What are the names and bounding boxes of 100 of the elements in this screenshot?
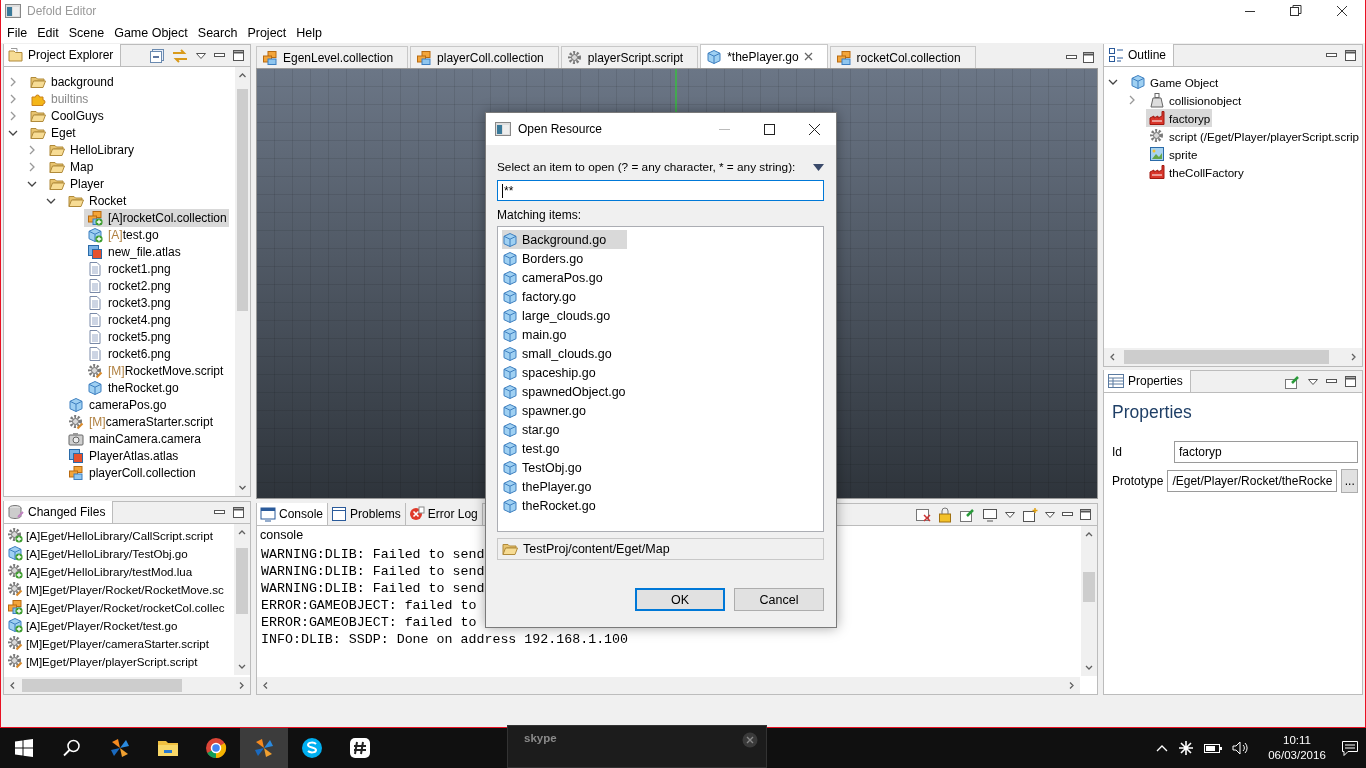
list-item[interactable]: spawner.go: [502, 401, 592, 420]
panel-tab[interactable]: Properties: [1104, 370, 1191, 392]
chevron-right-icon[interactable]: [8, 93, 18, 104]
maximize-icon[interactable]: [1345, 376, 1356, 387]
pin-icon[interactable]: [959, 506, 975, 523]
chevron-up-icon[interactable]: [1156, 744, 1168, 752]
message-icon[interactable]: [1342, 740, 1358, 756]
menu-item[interactable]: Help: [291, 25, 328, 40]
list-item[interactable]: Borders.go: [502, 249, 590, 268]
pin-icon[interactable]: [1284, 373, 1300, 390]
tree-item[interactable]: rocket4.png: [84, 310, 173, 329]
minimize-icon[interactable]: [1062, 512, 1073, 517]
menu-item[interactable]: File: [2, 25, 33, 40]
changed-file[interactable]: [A]Eget/Player/Rocket/test.go: [4, 616, 234, 634]
list-item[interactable]: cameraPos.go: [502, 268, 609, 287]
tree-item[interactable]: theCollFactory: [1146, 163, 1246, 181]
dropdown-icon[interactable]: [813, 163, 824, 171]
filter-field[interactable]: **: [497, 180, 824, 201]
minimize-icon[interactable]: [214, 53, 225, 58]
vertical-scrollbar[interactable]: [1081, 526, 1097, 676]
speaker-icon[interactable]: [1232, 741, 1248, 755]
view-menu-icon[interactable]: [1045, 511, 1055, 518]
tree-item[interactable]: rocket6.png: [84, 344, 173, 363]
tree-item[interactable]: [M]cameraStarter.script: [65, 412, 216, 431]
tree-item[interactable]: [A]test.go: [84, 225, 161, 244]
text-field[interactable]: factoryp: [1174, 441, 1358, 463]
battery-icon[interactable]: [1204, 742, 1222, 754]
changed-file[interactable]: [A]Eget/HelloLibrary/CallScript.script: [4, 526, 234, 544]
editor-tab[interactable]: rocketCol.collection: [829, 46, 976, 68]
maximize-icon[interactable]: [233, 50, 244, 61]
panel-tab[interactable]: Console: [257, 503, 329, 525]
lock-icon[interactable]: [938, 506, 952, 523]
changed-file[interactable]: [M]Eget/Player/cameraStarter.script: [4, 634, 234, 652]
menu-item[interactable]: Project: [242, 25, 292, 40]
tree-item[interactable]: Game Object: [1127, 73, 1221, 91]
panel-tab[interactable]: Outline: [1104, 44, 1175, 66]
chevron-right-icon[interactable]: [8, 110, 18, 121]
tree-item[interactable]: rocket2.png: [84, 276, 173, 295]
chevron-right-icon[interactable]: [27, 161, 37, 172]
list-item[interactable]: test.go: [502, 439, 566, 458]
chevron-down-icon[interactable]: [1108, 77, 1118, 87]
changed-file[interactable]: [A]Eget/HelloLibrary/TestObj.go: [4, 544, 234, 562]
tree-item[interactable]: [A]rocketCol.collection: [84, 208, 229, 227]
chevron-right-icon[interactable]: [1127, 95, 1137, 105]
tree-item[interactable]: script (/Eget/Player/playerScript.scrip: [1146, 127, 1362, 145]
tree-item[interactable]: rocket5.png: [84, 327, 173, 346]
restore-icon[interactable]: [1290, 5, 1302, 17]
changed-file[interactable]: [M]Eget/Player/playerScript.script: [4, 652, 234, 670]
tree-item[interactable]: theRocket.go: [84, 378, 181, 397]
panel-tab[interactable]: Error Log: [405, 503, 483, 525]
menu-item[interactable]: Scene: [63, 25, 110, 40]
chevron-right-icon[interactable]: [27, 144, 37, 155]
clock[interactable]: 10:11 06/03/2016: [1262, 733, 1332, 763]
close-icon[interactable]: [809, 123, 820, 135]
changed-file[interactable]: [A]Eget/HelloLibrary/testMod.lua: [4, 562, 234, 580]
list-item[interactable]: theRocket.go: [502, 496, 602, 515]
list-item[interactable]: star.go: [502, 420, 566, 439]
panel-tab[interactable]: Changed Files: [4, 501, 114, 523]
list-item[interactable]: factory.go: [502, 287, 582, 306]
tree-item[interactable]: Rocket: [65, 191, 129, 210]
clear-console-icon[interactable]: [915, 506, 931, 523]
menu-item[interactable]: Edit: [32, 25, 64, 40]
horizontal-scrollbar[interactable]: [4, 677, 250, 694]
tree-item[interactable]: rocket3.png: [84, 293, 173, 312]
horizontal-scrollbar[interactable]: [257, 677, 1080, 694]
tree-item[interactable]: Eget: [27, 123, 78, 142]
editor-tab[interactable]: playerScript.script: [560, 46, 699, 68]
editor-tab[interactable]: playerColl.collection: [410, 46, 559, 68]
list-item[interactable]: spawnedObject.go: [502, 382, 632, 401]
minimize-icon[interactable]: [214, 510, 225, 515]
tree-item[interactable]: factoryp: [1146, 109, 1213, 127]
panel-tab[interactable]: Project Explorer: [4, 44, 122, 66]
tree-item[interactable]: sprite: [1146, 145, 1200, 163]
minimize-icon[interactable]: [1066, 54, 1077, 60]
minimize-icon[interactable]: [1326, 379, 1337, 384]
changed-file[interactable]: [M]Eget/Player/Rocket/RocketMove.sc: [4, 580, 234, 598]
tree-item[interactable]: mainCamera.camera: [65, 429, 204, 448]
tree-item[interactable]: builtins: [27, 89, 91, 108]
editor-tab[interactable]: *thePlayer.go: [700, 44, 828, 68]
close-icon[interactable]: [1336, 5, 1348, 17]
tree-item[interactable]: rocket1.png: [84, 259, 173, 278]
tree-item[interactable]: collisionobject: [1146, 91, 1244, 109]
minimize-icon[interactable]: [1326, 53, 1337, 58]
tree-item[interactable]: background: [27, 72, 116, 91]
list-item[interactable]: thePlayer.go: [502, 477, 598, 496]
tree-item[interactable]: cameraPos.go: [65, 395, 169, 414]
maximize-icon[interactable]: [233, 507, 244, 518]
tree-item[interactable]: Map: [46, 157, 96, 176]
list-item[interactable]: TestObj.go: [502, 458, 588, 477]
tree-item[interactable]: [M]RocketMove.script: [84, 361, 226, 380]
dialog-button[interactable]: OK: [635, 588, 725, 611]
menu-item[interactable]: Search: [192, 25, 243, 40]
list-item[interactable]: main.go: [502, 325, 573, 344]
window-preview[interactable]: skype: [507, 725, 767, 768]
collapse-all-icon[interactable]: [150, 48, 164, 63]
list-item[interactable]: spaceship.go: [502, 363, 602, 382]
view-menu-icon[interactable]: [1005, 511, 1015, 518]
menu-item[interactable]: Game Object: [109, 25, 193, 40]
horizontal-scrollbar[interactable]: [1104, 348, 1362, 366]
vertical-scrollbar[interactable]: [235, 67, 250, 496]
